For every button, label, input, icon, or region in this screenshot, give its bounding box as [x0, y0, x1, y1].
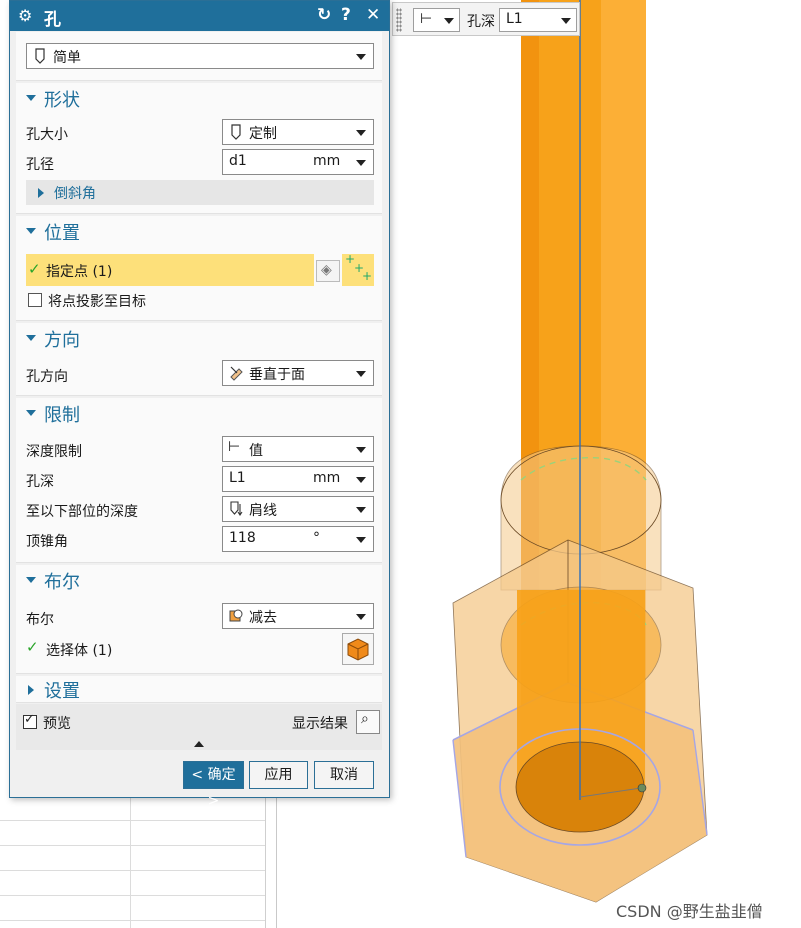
- preview-checkbox[interactable]: ✓: [23, 712, 37, 729]
- point-dialog-icon: ◈: [321, 262, 332, 278]
- toolbar-depth-label: 孔深: [467, 14, 495, 30]
- normal-to-face-icon: [230, 366, 243, 381]
- hole-icon: [35, 48, 45, 64]
- collapse-up-icon[interactable]: [194, 741, 204, 747]
- chevron-down-icon: [356, 160, 366, 166]
- boolean-select[interactable]: 减去: [222, 603, 374, 629]
- specify-point-row[interactable]: ✓ 指定点 (1): [26, 254, 314, 286]
- boolean-label: 布尔: [26, 612, 54, 628]
- value-limit-icon: ⊢: [420, 11, 433, 27]
- chevron-down-icon: [356, 614, 366, 620]
- gear-icon: ⚙: [18, 6, 33, 25]
- boolean-section-header[interactable]: 布尔: [16, 565, 382, 595]
- select-body-button[interactable]: [342, 633, 374, 665]
- direction-section: 方向 孔方向 垂直于面: [16, 323, 382, 396]
- settings-section-header[interactable]: 设置: [16, 676, 382, 702]
- expand-icon: [38, 188, 44, 198]
- subtract-icon: [229, 609, 243, 622]
- chevron-down-icon: [444, 18, 454, 24]
- hole-direction-label: 孔方向: [26, 369, 68, 385]
- chevron-down-icon: [356, 54, 366, 60]
- point-constructor-button[interactable]: + + +: [342, 252, 374, 286]
- chevron-down-icon: [356, 537, 366, 543]
- tip-angle-input[interactable]: 118 °: [222, 526, 374, 552]
- boolean-section: 布尔 布尔 减去 ✓ 选择体 (1): [16, 565, 382, 674]
- hole-direction-select[interactable]: 垂直于面: [222, 360, 374, 386]
- position-section-header[interactable]: 位置: [16, 216, 382, 246]
- hole-type-select[interactable]: 简单: [26, 43, 374, 69]
- depth-to-select[interactable]: 肩线: [222, 496, 374, 522]
- hole-size-label: 孔大小: [26, 127, 68, 143]
- value-limit-icon: ⊢: [228, 439, 241, 455]
- chevron-down-icon: [356, 477, 366, 483]
- watermark: CSDN @野生盐韭僧: [616, 902, 763, 921]
- limits-section: 限制 深度限制 ⊢ 值 孔深 L1 mm 至以下部位的深度 肩线 顶锥角 118…: [16, 398, 382, 563]
- reset-icon[interactable]: ↻: [317, 5, 331, 25]
- help-icon[interactable]: ?: [341, 5, 351, 25]
- hole-icon: [231, 124, 241, 140]
- chevron-down-icon: [561, 18, 571, 24]
- collapse-icon: [26, 410, 36, 416]
- collapse-icon: [26, 95, 36, 101]
- settings-section: 设置: [16, 676, 382, 703]
- show-result-label: 显示结果: [292, 716, 348, 732]
- toolbar-depth-input[interactable]: L1: [499, 8, 577, 32]
- cancel-button[interactable]: 取消: [314, 761, 374, 789]
- select-body-label: 选择体 (1): [46, 643, 113, 659]
- depth-to-label: 至以下部位的深度: [26, 504, 138, 520]
- chevron-down-icon: [356, 507, 366, 513]
- depth-toolbar: ⊢ 孔深 L1: [392, 2, 580, 36]
- shape-section-header[interactable]: 形状: [16, 83, 382, 113]
- chevron-down-icon: [356, 371, 366, 377]
- type-section: 简单: [16, 32, 382, 81]
- diameter-input[interactable]: d1 mm: [222, 149, 374, 175]
- show-result-button[interactable]: ⌕: [356, 710, 380, 734]
- project-point-checkbox[interactable]: [28, 293, 42, 307]
- magnifier-icon: ⌕: [361, 711, 369, 727]
- collapse-icon: [26, 335, 36, 341]
- chamfer-subsection[interactable]: 倒斜角: [26, 180, 374, 205]
- direction-section-header[interactable]: 方向: [16, 323, 382, 353]
- close-icon[interactable]: ✕: [366, 5, 380, 25]
- collapse-icon: [26, 228, 36, 234]
- expand-icon: [28, 685, 34, 695]
- depth-label: 孔深: [26, 474, 54, 490]
- depth-limit-label: 深度限制: [26, 444, 82, 460]
- chevron-down-icon: [356, 130, 366, 136]
- chevron-down-icon: [356, 447, 366, 453]
- drag-handle[interactable]: [396, 8, 402, 32]
- ok-button[interactable]: < 确定 >: [183, 761, 244, 809]
- depth-limit-mini-select[interactable]: ⊢: [413, 8, 460, 32]
- tip-angle-label: 顶锥角: [26, 534, 68, 550]
- collapse-icon: [26, 577, 36, 583]
- preview-label: 预览: [43, 716, 71, 732]
- position-section: 位置 ✓ 指定点 (1) ◈ + + + 将点投影至目标: [16, 216, 382, 321]
- point-dialog-button[interactable]: ◈: [316, 260, 340, 282]
- dialog-title: 孔: [44, 10, 61, 30]
- project-point-label: 将点投影至目标: [48, 294, 146, 310]
- diameter-label: 孔径: [26, 157, 54, 173]
- depth-limit-select[interactable]: ⊢ 值: [222, 436, 374, 462]
- preview-row: ✓ 预览 显示结果 ⌕: [16, 704, 382, 750]
- shoulder-icon: [230, 501, 243, 516]
- check-icon: ✓: [28, 260, 41, 278]
- limits-section-header[interactable]: 限制: [16, 398, 382, 428]
- shape-section: 形状 孔大小 定制 孔径 d1 mm 倒斜角: [16, 83, 382, 214]
- hole-dialog: ⚙ 孔 ↻ ? ✕ 简单 形状 孔大小 定制 孔径 d1 mm 倒斜角 位置 ✓…: [9, 0, 390, 809]
- dialog-titlebar[interactable]: ⚙ 孔 ↻ ? ✕: [10, 1, 389, 31]
- check-icon: ✓: [26, 638, 39, 656]
- hole-size-select[interactable]: 定制: [222, 119, 374, 145]
- depth-input[interactable]: L1 mm: [222, 466, 374, 492]
- solid-body-icon: [347, 638, 369, 661]
- apply-button[interactable]: 应用: [249, 761, 308, 789]
